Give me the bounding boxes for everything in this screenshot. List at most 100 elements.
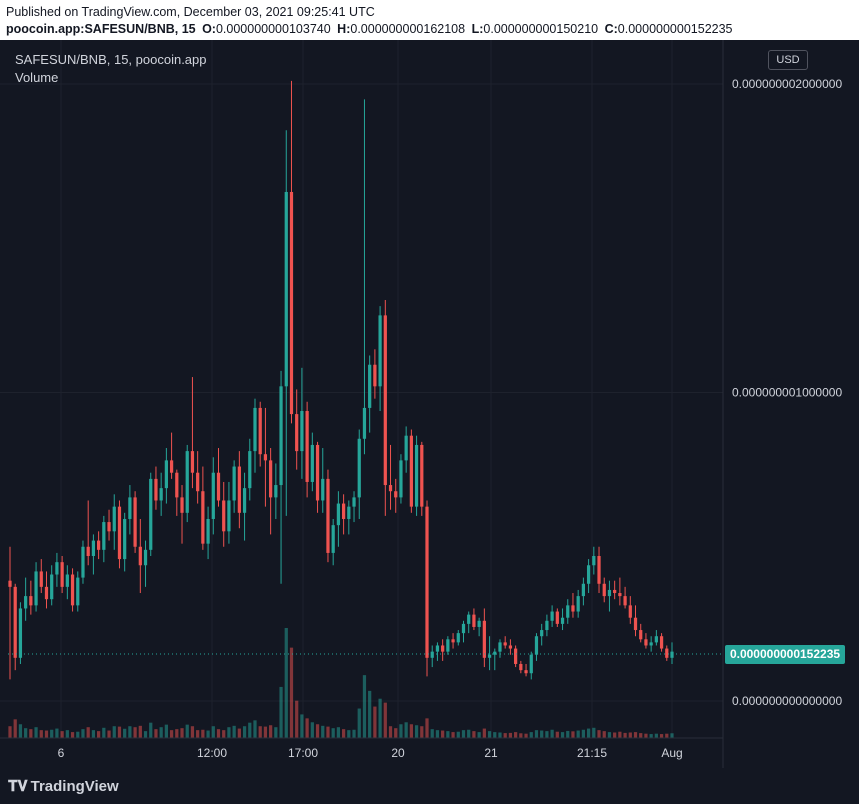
volume-bar	[310, 722, 314, 738]
tradingview-logo[interactable]: 𝐓𝐕 TradingView	[8, 778, 119, 795]
candle-body	[242, 488, 247, 513]
candle-body	[446, 639, 450, 652]
volume-bar	[441, 730, 445, 738]
volume-bar	[508, 732, 513, 738]
volume-bar	[414, 725, 419, 738]
volume-bar	[534, 730, 539, 738]
candle-body	[555, 611, 559, 624]
volume-bar	[425, 718, 429, 738]
volume-bar	[117, 726, 122, 738]
volume-bar	[472, 731, 476, 738]
volume-bar	[326, 726, 330, 738]
tv-icon: 𝐓𝐕	[8, 778, 28, 795]
candle-body	[435, 645, 440, 652]
volume-bar	[91, 730, 96, 738]
candle-body	[383, 315, 387, 486]
candle-body	[404, 435, 408, 461]
volume-bar	[112, 726, 116, 738]
volume-bar	[154, 729, 158, 738]
volume-bar	[560, 732, 565, 738]
candle-body	[347, 506, 351, 519]
candle-body	[540, 630, 544, 637]
volume-bar	[352, 729, 356, 738]
candle-body	[13, 586, 17, 658]
candle-body	[201, 491, 205, 544]
candle-body	[222, 500, 226, 532]
price-tick-label: 0.000000001000000	[732, 386, 842, 400]
volume-bar	[586, 728, 591, 738]
volume-bar	[498, 732, 502, 738]
volume-bar	[581, 729, 586, 738]
candle-body	[206, 518, 210, 544]
candle-body	[216, 472, 221, 501]
candle-body	[493, 651, 497, 655]
volume-bar	[388, 726, 393, 738]
volume-bar	[482, 728, 486, 738]
candle-body	[467, 614, 471, 624]
time-tick-label: 21:15	[577, 746, 607, 760]
volume-bar	[383, 702, 387, 738]
candle-body	[529, 654, 533, 674]
candle-body	[279, 386, 283, 486]
volume-bar	[357, 708, 361, 738]
candle-body	[190, 451, 195, 473]
last-price-tag: 0.000000000152235	[725, 645, 845, 664]
candle-body	[597, 556, 601, 584]
volume-bar	[102, 727, 106, 738]
candle-body	[237, 466, 241, 513]
volume-bar	[216, 729, 221, 738]
candle-body	[352, 497, 356, 507]
candle-body	[399, 460, 403, 498]
time-tick-label: 17:00	[288, 746, 318, 760]
volume-bar	[169, 730, 174, 738]
volume-bar	[524, 733, 528, 738]
candle-body	[649, 642, 653, 646]
volume-bar	[420, 726, 424, 738]
volume-bar	[555, 731, 559, 738]
candle-body	[394, 491, 398, 498]
candle-body	[70, 574, 75, 606]
candle-body	[321, 478, 325, 501]
volume-bar	[222, 730, 226, 738]
candle-body	[117, 506, 122, 560]
volume-bar	[55, 728, 59, 738]
volume-bar	[545, 731, 549, 738]
price-tick-label: 0.000000002000000	[732, 77, 842, 91]
candle-body	[519, 663, 523, 671]
candle-body	[149, 478, 153, 550]
candle-body	[633, 617, 638, 631]
volume-bar	[175, 729, 179, 738]
volume-bar	[529, 732, 533, 738]
volume-bar	[253, 720, 257, 738]
candle-body	[91, 540, 96, 557]
candle-body	[456, 633, 460, 643]
candle-body	[670, 651, 674, 658]
candle-body	[618, 593, 622, 597]
volume-bar	[50, 729, 54, 738]
volume-bar	[576, 730, 580, 738]
candle-body	[143, 549, 148, 566]
volume-bar	[519, 733, 523, 738]
volume-bar	[284, 628, 288, 738]
candle-body	[39, 571, 43, 587]
candle-body	[592, 556, 596, 566]
candle-body	[123, 518, 127, 560]
candle-body	[263, 454, 268, 461]
time-tick-label: 6	[58, 746, 65, 760]
volume-bar	[639, 733, 643, 738]
candle-body	[185, 451, 189, 513]
candle-body	[331, 525, 335, 553]
volume-bar	[128, 726, 132, 738]
volume-bar	[368, 690, 372, 738]
candle-body	[639, 630, 643, 640]
candle-body	[326, 478, 330, 553]
currency-button[interactable]: USD	[768, 50, 808, 70]
volume-bar	[373, 706, 377, 738]
candle-body	[602, 583, 606, 597]
volume-bar	[378, 698, 382, 738]
candle-body	[55, 562, 59, 575]
volume-bar	[133, 727, 137, 738]
candle-body	[76, 577, 80, 606]
volume-bar	[315, 724, 320, 738]
volume-bar	[644, 733, 648, 738]
